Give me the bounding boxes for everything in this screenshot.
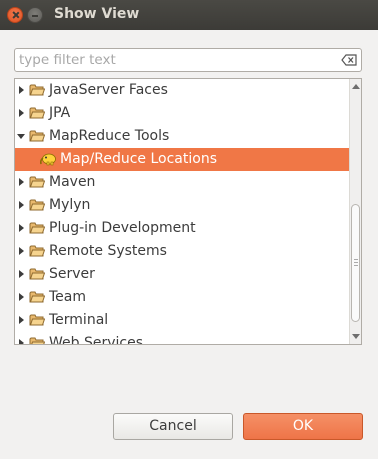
tree-item-label: Server	[49, 266, 95, 282]
clear-filter-icon[interactable]	[341, 54, 357, 66]
folder-icon	[29, 130, 45, 142]
tree-item[interactable]: JavaServer Faces	[15, 79, 350, 102]
tree-item[interactable]: Map/Reduce Locations	[15, 148, 350, 171]
close-window-icon[interactable]	[7, 7, 23, 23]
tree-item-label: Plug-in Development	[49, 220, 196, 236]
window-title: Show View	[54, 6, 140, 22]
scrollbar-grip	[354, 259, 358, 267]
tree-item-label: MapReduce Tools	[49, 128, 170, 144]
folder-icon	[29, 199, 45, 211]
tree-item[interactable]: JPA	[15, 102, 350, 125]
scrollbar-thumb[interactable]	[351, 204, 360, 322]
tree-item[interactable]: Server	[15, 263, 350, 286]
tree-item[interactable]: Maven	[15, 171, 350, 194]
collapsed-arrow-icon[interactable]	[16, 269, 26, 279]
folder-icon	[29, 314, 45, 326]
collapsed-arrow-icon[interactable]	[16, 108, 26, 118]
vertical-scrollbar[interactable]	[349, 79, 361, 344]
folder-icon	[29, 84, 45, 96]
view-tree: JavaServer Faces JPA MapReduce Tools Map/Re…	[14, 78, 362, 345]
folder-icon	[29, 222, 45, 234]
folder-icon	[29, 176, 45, 188]
collapsed-arrow-icon[interactable]	[16, 177, 26, 187]
folder-icon	[29, 107, 45, 119]
tree-item[interactable]: Web Services	[15, 332, 350, 345]
cancel-button[interactable]: Cancel	[113, 413, 233, 440]
tree-item-label: Web Services	[49, 335, 144, 345]
tree-item-label: Mylyn	[49, 197, 91, 213]
scroll-up-arrow-icon[interactable]	[352, 83, 360, 89]
hadoop-elephant-icon	[39, 153, 56, 166]
expanded-arrow-icon[interactable]	[16, 131, 26, 141]
collapsed-arrow-icon[interactable]	[16, 223, 26, 233]
tree-item[interactable]: Plug-in Development	[15, 217, 350, 240]
collapsed-arrow-icon[interactable]	[16, 292, 26, 302]
collapsed-arrow-icon[interactable]	[16, 246, 26, 256]
folder-icon	[29, 337, 45, 344]
scroll-down-arrow-icon[interactable]	[352, 334, 360, 340]
tree-item[interactable]: MapReduce Tools	[15, 125, 350, 148]
tree-item[interactable]: Team	[15, 286, 350, 309]
collapsed-arrow-icon[interactable]	[16, 338, 26, 345]
folder-icon	[29, 245, 45, 257]
folder-icon	[29, 268, 45, 280]
folder-icon	[29, 291, 45, 303]
tree-item-label: Maven	[49, 174, 96, 190]
tree-item[interactable]: Remote Systems	[15, 240, 350, 263]
filter-input[interactable]	[19, 51, 329, 69]
tree-item-label: Map/Reduce Locations	[60, 151, 218, 167]
tree-item[interactable]: Mylyn	[15, 194, 350, 217]
collapsed-arrow-icon[interactable]	[16, 85, 26, 95]
filter-field[interactable]	[14, 48, 362, 72]
ok-button[interactable]: OK	[243, 413, 363, 440]
tree-item-label: Team	[49, 289, 87, 305]
tree-item-label: JavaServer Faces	[49, 82, 168, 98]
tree-item-label: JPA	[49, 105, 71, 121]
collapsed-arrow-icon[interactable]	[16, 315, 26, 325]
collapsed-arrow-icon[interactable]	[16, 200, 26, 210]
minimize-window-icon[interactable]	[27, 7, 43, 23]
tree-item[interactable]: Terminal	[15, 309, 350, 332]
title-bar: Show View	[0, 0, 378, 30]
tree-item-label: Terminal	[49, 312, 109, 328]
tree-item-label: Remote Systems	[49, 243, 167, 259]
